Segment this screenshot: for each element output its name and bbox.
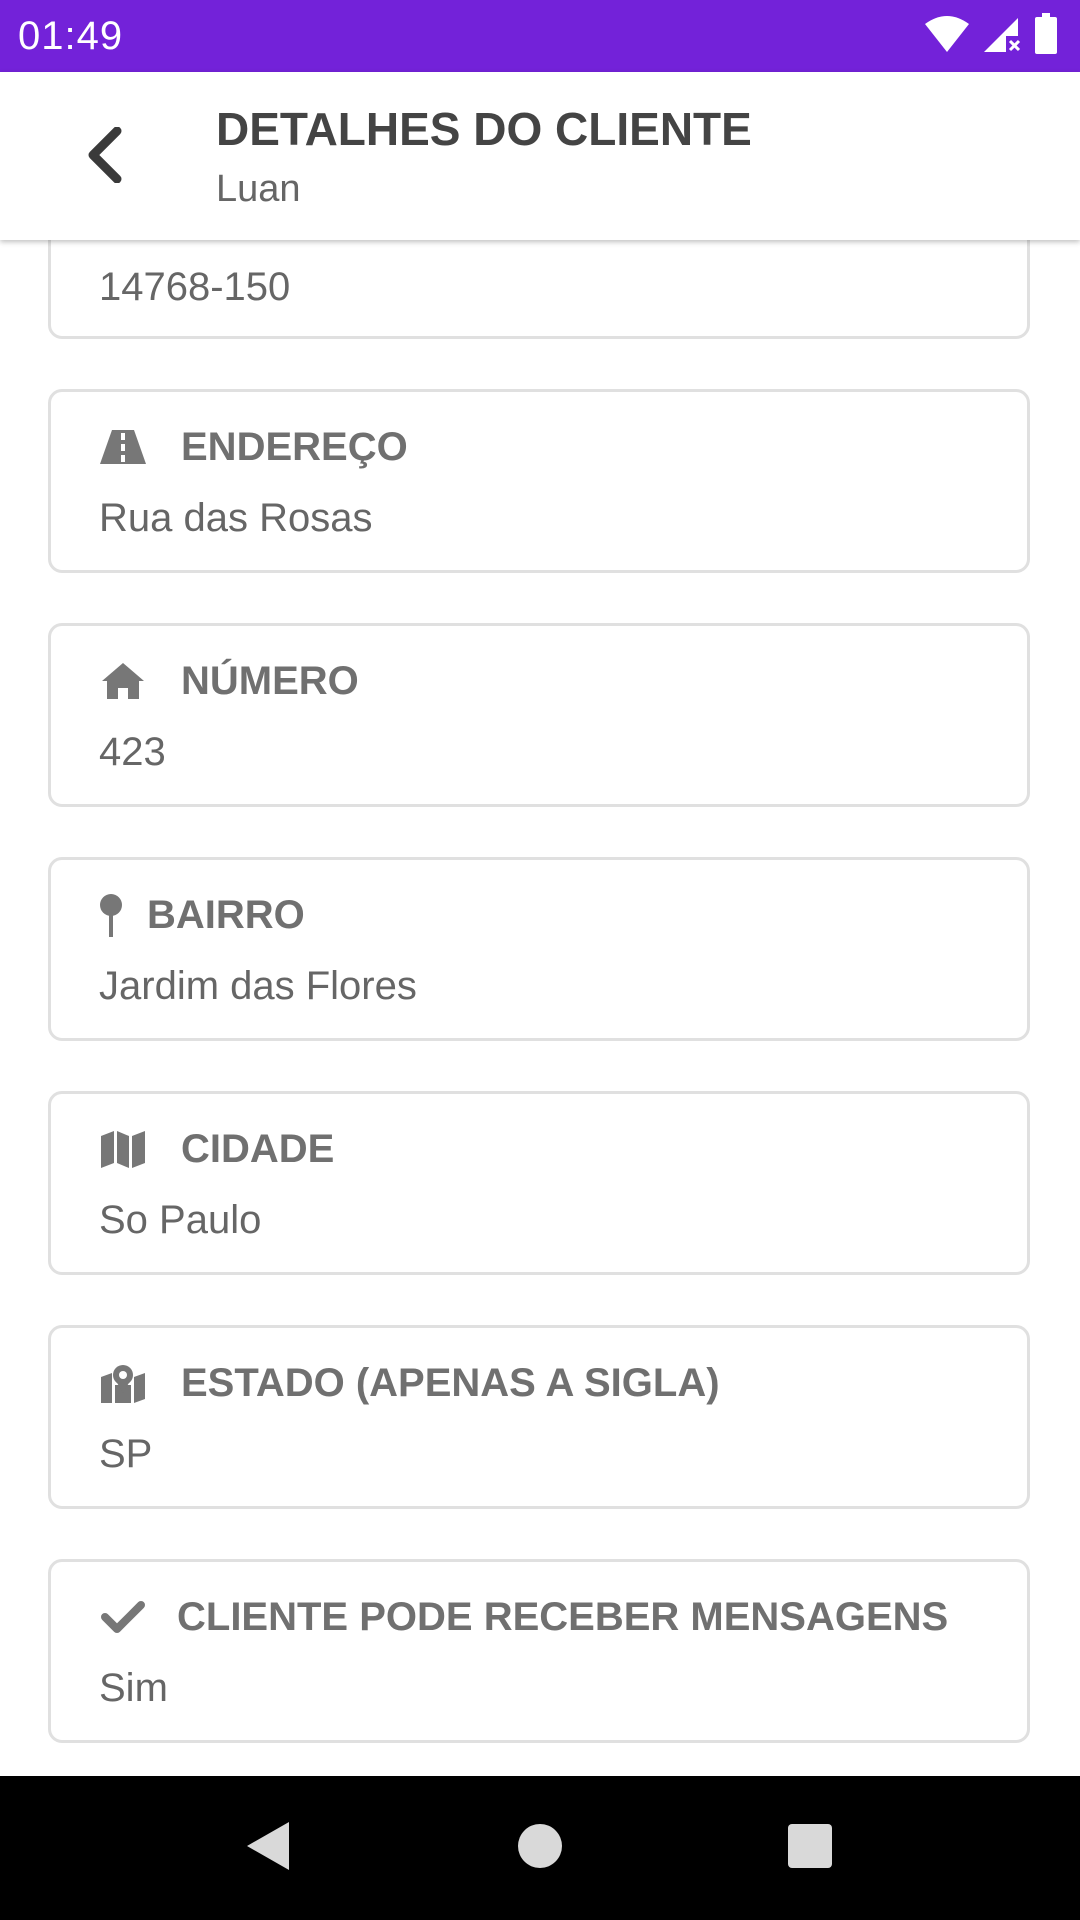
detail-card-estado: ESTADO (APENAS A SIGLA) SP — [48, 1325, 1030, 1509]
status-bar: 01:49 — [0, 0, 1080, 72]
circle-home-icon — [517, 1823, 563, 1874]
card-value: 14768-150 — [99, 265, 291, 309]
card-value: SP — [99, 1432, 153, 1476]
detail-card-cidade: CIDADE So Paulo — [48, 1091, 1030, 1275]
card-label: ENDEREÇO — [181, 424, 408, 469]
card-label: ESTADO (APENAS A SIGLA) — [181, 1360, 720, 1405]
status-time: 01:49 — [18, 14, 124, 58]
battery-icon — [1034, 12, 1058, 60]
chevron-left-icon — [85, 126, 125, 188]
nav-home-button[interactable] — [480, 1776, 600, 1920]
map-pin-icon — [99, 891, 123, 939]
card-label: NÚMERO — [181, 658, 359, 703]
back-button[interactable] — [70, 122, 140, 192]
card-value: So Paulo — [99, 1198, 262, 1242]
map-icon — [99, 1125, 147, 1173]
card-label: BAIRRO — [147, 892, 305, 937]
system-nav-bar — [0, 1776, 1080, 1920]
status-icons — [924, 12, 1058, 60]
detail-card-bairro: BAIRRO Jardim das Flores — [48, 857, 1030, 1041]
app-bar: DETALHES DO CLIENTE Luan — [0, 72, 1080, 240]
card-label: CIDADE — [181, 1126, 335, 1171]
detail-card-mensagens: CLIENTE PODE RECEBER MENSAGENS Sim — [48, 1559, 1030, 1743]
card-value: Sim — [99, 1666, 168, 1710]
card-label: CLIENTE PODE RECEBER MENSAGENS — [177, 1594, 949, 1639]
card-value: 423 — [99, 730, 166, 774]
nav-recents-button[interactable] — [750, 1776, 870, 1920]
square-recents-icon — [787, 1823, 833, 1874]
nav-back-button[interactable] — [207, 1776, 327, 1920]
page-subtitle: Luan — [216, 168, 301, 210]
detail-card-cep: 14768-150 — [48, 240, 1030, 339]
home-icon — [99, 657, 147, 705]
card-value: Jardim das Flores — [99, 964, 417, 1008]
road-icon — [99, 423, 147, 471]
client-details-list[interactable]: 14768-150 ENDEREÇO Rua das Rosas NÚMERO … — [0, 240, 1080, 1776]
wifi-icon — [924, 14, 970, 59]
page-title: DETALHES DO CLIENTE — [216, 103, 752, 155]
card-value: Rua das Rosas — [99, 496, 373, 540]
signal-icon — [982, 14, 1022, 59]
triangle-back-icon — [243, 1820, 291, 1877]
map-marker-icon — [99, 1359, 147, 1407]
check-icon — [99, 1593, 147, 1641]
detail-card-numero: NÚMERO 423 — [48, 623, 1030, 807]
detail-card-endereco: ENDEREÇO Rua das Rosas — [48, 389, 1030, 573]
